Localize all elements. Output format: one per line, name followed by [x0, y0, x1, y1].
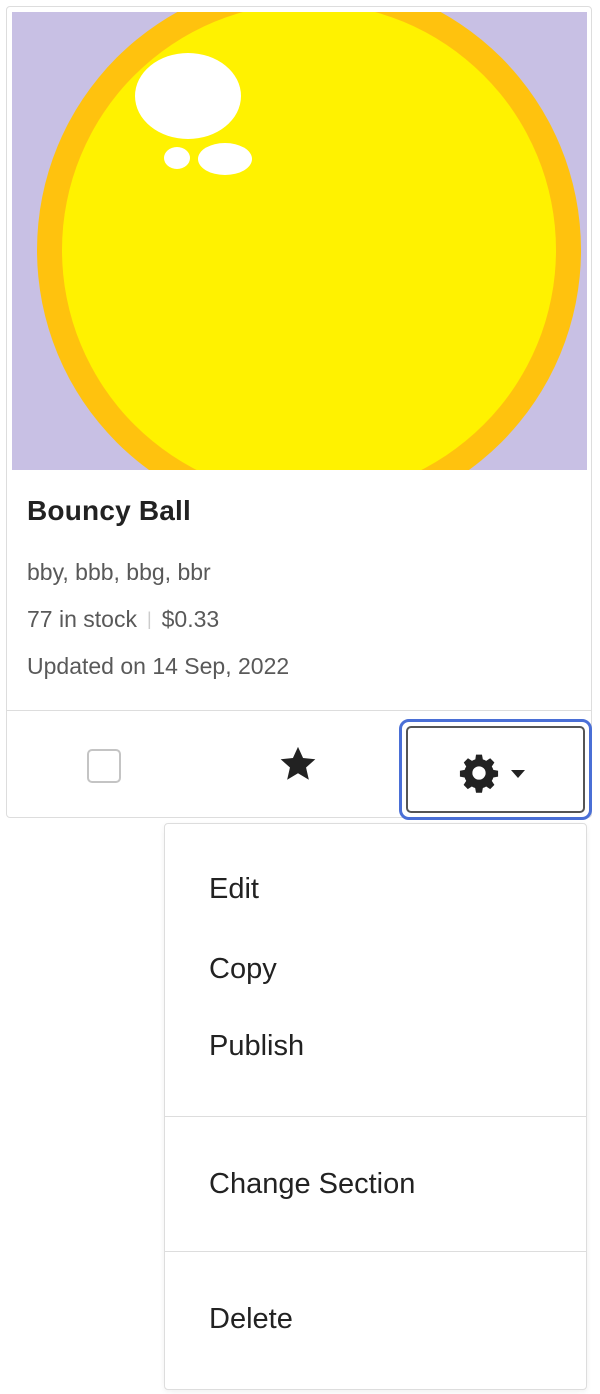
bouncy-ball-image: [12, 12, 587, 470]
listing-title[interactable]: Bouncy Ball: [27, 491, 571, 531]
stock-count: 77 in stock: [27, 606, 137, 632]
menu-divider: [165, 1251, 586, 1252]
menu-item-delete[interactable]: Delete: [209, 1299, 293, 1339]
caret-down-icon: [511, 770, 525, 778]
listing-stock-price: 77 in stock | $0.33: [27, 596, 571, 643]
listing-info: Bouncy Ball bby, bbb, bbg, bbr 77 in sto…: [27, 491, 571, 690]
favorite-button[interactable]: [277, 743, 319, 785]
menu-item-publish[interactable]: Publish: [209, 1026, 304, 1066]
listing-updated-date: Updated on 14 Sep, 2022: [27, 653, 290, 679]
settings-button-inner: [406, 726, 585, 813]
star-icon: [280, 746, 316, 780]
gear-icon: [459, 754, 499, 793]
card-actions: [7, 710, 592, 820]
menu-item-change-section[interactable]: Change Section: [209, 1164, 415, 1204]
select-checkbox[interactable]: [87, 749, 121, 783]
listing-thumbnail[interactable]: [12, 12, 587, 470]
meta-separator: |: [146, 609, 152, 629]
listing-price: $0.33: [161, 606, 220, 632]
menu-divider: [165, 1116, 586, 1117]
menu-item-edit[interactable]: Edit: [209, 869, 259, 909]
listing-skus: bby, bbb, bbg, bbr: [27, 559, 211, 585]
settings-dropdown-button[interactable]: [399, 719, 592, 820]
settings-dropdown-menu: Edit Copy Publish Change Section Delete: [164, 823, 587, 1390]
menu-item-copy[interactable]: Copy: [209, 949, 277, 989]
listing-card: Bouncy Ball bby, bbb, bbg, bbr 77 in sto…: [6, 6, 592, 820]
